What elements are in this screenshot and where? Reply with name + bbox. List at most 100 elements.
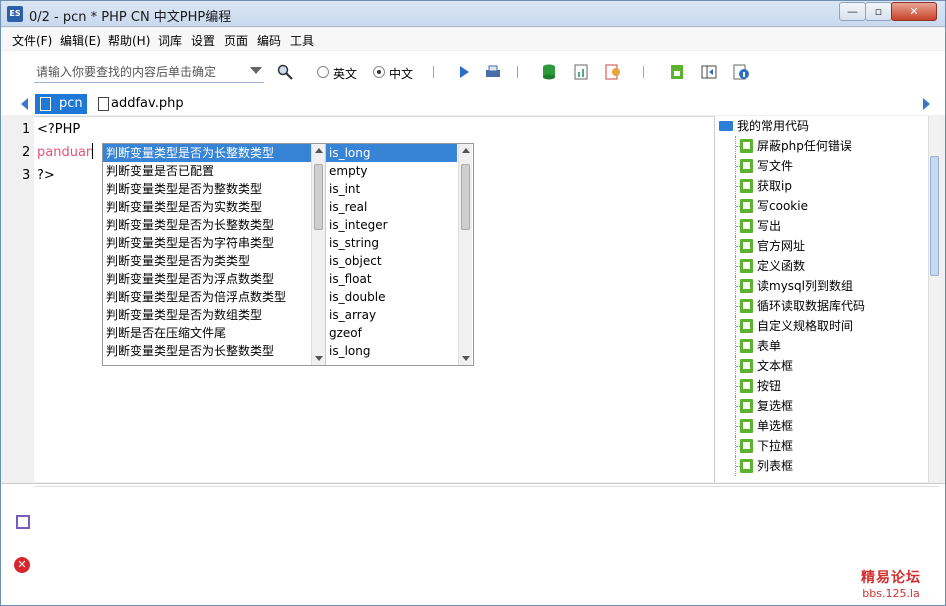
tab-scroll-left-icon[interactable]	[21, 98, 28, 110]
snippet-item[interactable]: 循环读取数据库代码	[735, 296, 925, 316]
clear-icon[interactable]: ✕	[14, 557, 30, 573]
snippet-item[interactable]: 复选框	[735, 396, 925, 416]
play-icon[interactable]	[456, 64, 472, 80]
snippet-item[interactable]: 下拉框	[735, 436, 925, 456]
snippet-item[interactable]: 屏蔽php任何错误	[735, 136, 925, 156]
snippet-item[interactable]: 获取ip	[735, 176, 925, 196]
minimize-button[interactable]: —	[839, 2, 866, 21]
scroll-down-icon[interactable]	[462, 356, 470, 361]
autocomplete-description-item[interactable]: 判断变量是否已配置	[103, 162, 313, 180]
menu-edit[interactable]: 编辑(E)	[60, 32, 101, 49]
close-button[interactable]: ✕	[891, 2, 937, 21]
printer-icon[interactable]	[485, 64, 501, 80]
tree-connector	[735, 336, 740, 356]
autocomplete-function-item[interactable]: is_long	[326, 342, 457, 360]
snippet-item[interactable]: 文本框	[735, 356, 925, 376]
autocomplete-function-item[interactable]: is_float	[326, 270, 457, 288]
autocomplete-function-item[interactable]: is_int	[326, 180, 457, 198]
autocomplete-function-item[interactable]: is_long	[326, 144, 457, 162]
output-area[interactable]	[34, 486, 939, 602]
search-combobox[interactable]	[34, 61, 264, 83]
radio-english[interactable]	[317, 66, 329, 78]
autocomplete-function-item[interactable]: is_string	[326, 234, 457, 252]
snippet-file-icon	[740, 139, 753, 153]
menu-tools[interactable]: 工具	[290, 32, 314, 49]
line-number: 1	[22, 122, 31, 137]
snippet-item-label: 写cookie	[757, 199, 808, 213]
autocomplete-description-item[interactable]: 判断变量类型是否为长整数类型	[103, 144, 313, 162]
tree-connector	[735, 416, 740, 436]
chevron-down-icon[interactable]	[250, 67, 262, 74]
autocomplete-description-item[interactable]: 判断变量类型是否为数组类型	[103, 306, 313, 324]
snippet-item[interactable]: 写出	[735, 216, 925, 236]
descriptions-scrollbar[interactable]	[311, 144, 325, 365]
menu-page[interactable]: 页面	[224, 32, 248, 49]
snippet-item[interactable]: 表单	[735, 336, 925, 356]
autocomplete-popup[interactable]: 判断变量类型是否为长整数类型 判断变量是否已配置 判断变量类型是否为整数类型 判断变量…	[102, 143, 474, 366]
search-input[interactable]	[36, 63, 236, 81]
autocomplete-function-item[interactable]: gzeof	[326, 324, 457, 342]
snippet-item[interactable]: 列表框	[735, 456, 925, 476]
autocomplete-description-item[interactable]: 判断是否在压缩文件尾	[103, 324, 313, 342]
scrollbar-thumb[interactable]	[314, 164, 323, 230]
snippet-item-label: 写文件	[757, 159, 794, 173]
autocomplete-function-item[interactable]: is_double	[326, 288, 457, 306]
tree-connector	[735, 396, 740, 416]
autocomplete-function-item[interactable]: is_integer	[326, 216, 457, 234]
autocomplete-function-item[interactable]: is_real	[326, 198, 457, 216]
tree-connector	[735, 136, 740, 156]
snippet-item[interactable]: 官方网址	[735, 236, 925, 256]
tree-connector	[735, 456, 740, 476]
snippet-list: 屏蔽php任何错误写文件获取ip 写cookie 写出 官方网址 定义函数 读mysql列…	[735, 136, 925, 476]
autocomplete-description-item[interactable]: 判断变量类型是否为类类型	[103, 252, 313, 270]
scrollbar-thumb[interactable]	[930, 156, 939, 276]
search-icon[interactable]	[277, 64, 293, 80]
document-mic-icon[interactable]	[605, 64, 621, 80]
menu-settings[interactable]: 设置	[191, 32, 215, 49]
snippet-scrollbar[interactable]	[928, 116, 940, 482]
snippet-item[interactable]: 按钮	[735, 376, 925, 396]
maximize-button[interactable]: ▫	[865, 2, 892, 21]
scroll-down-icon[interactable]	[315, 356, 323, 361]
snippet-root[interactable]: 我的常用代码	[719, 118, 809, 134]
scrollbar-thumb[interactable]	[461, 164, 470, 230]
snippet-item[interactable]: 自定义规格取时间	[735, 316, 925, 336]
scroll-up-icon[interactable]	[462, 148, 470, 153]
functions-scrollbar[interactable]	[458, 144, 472, 365]
radio-chinese[interactable]	[373, 66, 385, 78]
database-icon[interactable]	[541, 64, 557, 80]
autocomplete-description-item[interactable]: 判断变量类型是否为整数类型	[103, 180, 313, 198]
menu-encoding[interactable]: 编码	[257, 32, 281, 49]
export-icon[interactable]	[16, 515, 30, 529]
snippet-item[interactable]: 写文件	[735, 156, 925, 176]
tree-connector	[735, 436, 740, 456]
autocomplete-descriptions: 判断变量类型是否为长整数类型 判断变量是否已配置 判断变量类型是否为整数类型 判断变量…	[103, 144, 313, 365]
document-chart-icon[interactable]	[573, 64, 589, 80]
autocomplete-description-item[interactable]: 判断变量类型是否为倍浮点数类型	[103, 288, 313, 306]
info-document-icon[interactable]	[733, 64, 749, 80]
snippet-item[interactable]: 写cookie	[735, 196, 925, 216]
snippet-file-icon	[740, 219, 753, 233]
window-split-icon[interactable]	[701, 64, 717, 80]
lock-document-icon[interactable]	[669, 64, 685, 80]
autocomplete-function-item[interactable]: is_array	[326, 306, 457, 324]
scroll-up-icon[interactable]	[315, 148, 323, 153]
menu-file[interactable]: 文件(F)	[12, 32, 52, 49]
autocomplete-function-item[interactable]: empty	[326, 162, 457, 180]
menu-thesaurus[interactable]: 词库	[158, 32, 182, 49]
autocomplete-function-item[interactable]: is_object	[326, 252, 457, 270]
autocomplete-description-item[interactable]: 判断变量类型是否为浮点数类型	[103, 270, 313, 288]
tab-pcn[interactable]: pcn	[35, 94, 87, 114]
autocomplete-description-item[interactable]: 判断变量类型是否为长整数类型	[103, 216, 313, 234]
tab-scroll-right-icon[interactable]	[923, 98, 930, 110]
menu-help[interactable]: 帮助(H)	[108, 32, 150, 49]
title-bar: ES 0/2 - pcn * PHP CN 中文PHP编程 — ▫ ✕	[1, 1, 945, 27]
tab-addfav[interactable]: addfav.php	[93, 94, 193, 114]
snippet-item[interactable]: 读mysql列到数组	[735, 276, 925, 296]
autocomplete-description-item[interactable]: 判断变量类型是否为长整数类型	[103, 342, 313, 360]
autocomplete-description-item[interactable]: 判断变量类型是否为字符串类型	[103, 234, 313, 252]
snippet-file-icon	[740, 159, 753, 173]
snippet-item[interactable]: 定义函数	[735, 256, 925, 276]
autocomplete-description-item[interactable]: 判断变量类型是否为实数类型	[103, 198, 313, 216]
snippet-item[interactable]: 单选框	[735, 416, 925, 436]
